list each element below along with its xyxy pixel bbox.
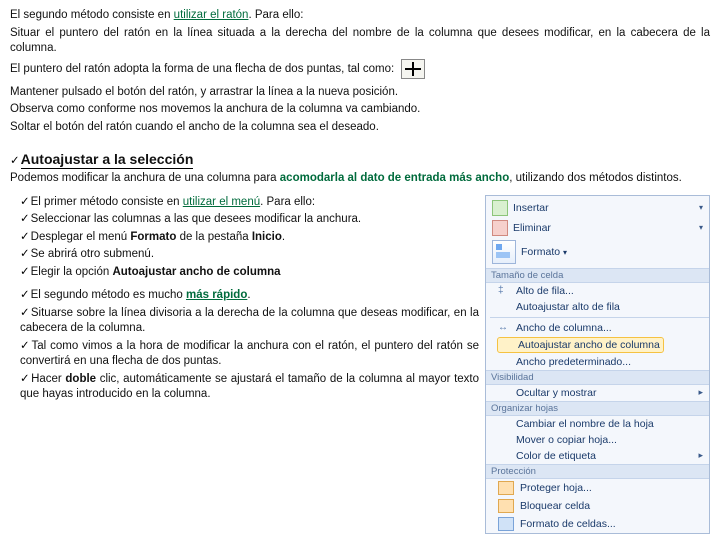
move-copy-item[interactable]: Mover o copiar hoja... [490,432,709,448]
text: El puntero del ratón adopta la forma de … [10,63,394,75]
format-cells-item[interactable]: Formato de celdas... [490,515,709,533]
label: Proteger hoja... [520,482,592,494]
delete-button[interactable]: Eliminar [490,218,705,238]
keep-block: Mantener pulsado el botón del ratón, y a… [10,85,710,136]
text: Tal como vimos a la hora de modificar la… [20,340,479,368]
section-header-protection: Protección [486,464,709,479]
text: Desplegar el menú [31,231,131,243]
text: Soltar el botón del ratón cuando el anch… [10,120,710,136]
text: El primer método consiste en [31,196,183,208]
text: Elegir la opción [31,266,113,278]
col-width-item[interactable]: ↔ Ancho de columna... [490,320,709,336]
resize-cursor-icon [401,59,425,79]
text: Observa como conforme nos movemos la anc… [10,102,710,118]
text: . Para ello: [260,196,315,208]
heading-text: Autoajustar a la selección [21,151,194,169]
hide-show-item[interactable]: Ocultar y mostrar [490,385,709,401]
label: Eliminar [513,222,551,234]
method2-list: ✓El segundo método es mucho más rápido. … [10,288,479,403]
label: Autoajustar ancho de columna [518,339,660,351]
rename-sheet-item[interactable]: Cambiar el nombre de la hoja [490,416,709,432]
label: Ancho de columna... [516,322,612,334]
section-heading: ✓Autoajustar a la selección [10,141,710,171]
format-button[interactable]: Formato ▾ [490,238,705,266]
emphasis: acomodarla al dato de entrada más ancho [280,172,509,184]
section-header-size: Tamaño de celda [486,268,709,283]
intro-block: El segundo método consiste en utilizar e… [10,8,710,79]
label: Ocultar y mostrar [516,387,597,399]
text: , utilizando dos métodos distintos. [509,172,682,184]
insert-button[interactable]: Insertar [490,198,705,218]
underlined-term: utilizar el menú [183,196,260,208]
row-height-icon: ‡ [498,285,510,296]
text: Seleccionar las columnas a las que desee… [31,213,362,225]
delete-icon [492,220,508,236]
autofit-col-item[interactable]: Autoajustar ancho de columna [490,336,709,354]
method1-list: ✓El primer método consiste en utilizar e… [10,195,479,281]
label: Formato de celdas... [520,518,616,530]
text: . [247,289,250,301]
text: Se abrirá otro submenú. [31,248,154,260]
lock-icon [498,499,514,513]
row-height-item[interactable]: ‡ Alto de fila... [490,283,709,299]
label: Mover o copiar hoja... [516,434,617,446]
label: Cambiar el nombre de la hoja [516,418,654,430]
text: Situarse sobre la línea divisoria a la d… [20,307,479,335]
excel-format-menu: Insertar Eliminar Formato ▾ Tamaño de ce… [485,195,710,534]
intro-line3: El puntero del ratón adopta la forma de … [10,59,710,79]
label: Bloquear celda [520,500,590,512]
lock-cell-item[interactable]: Bloquear celda [490,497,709,515]
section-header-organize: Organizar hojas [486,401,709,416]
default-width-item[interactable]: Ancho predeterminado... [490,354,709,370]
text: Mantener pulsado el botón del ratón, y a… [10,85,710,101]
label: Formato [521,246,560,258]
label: Autoajustar alto de fila [516,301,620,313]
underlined-term: utilizar el ratón [174,9,249,21]
autofit-row-item[interactable]: Autoajustar alto de fila [490,299,709,315]
text: El segundo método es mucho [31,289,186,301]
bold-term: Autoajustar ancho de columna [112,266,280,278]
text: El segundo método consiste en [10,9,174,21]
intro-line2: Situar el puntero del ratón en la línea … [10,26,710,57]
text: Podemos modificar la anchura de una colu… [10,172,280,184]
text: . Para ello: [248,9,303,21]
format-cells-icon [498,517,514,531]
bold-term: doble [65,373,96,385]
protect-icon [498,481,514,495]
intro-line1: El segundo método consiste en utilizar e… [10,8,710,24]
tab-color-item[interactable]: Color de etiqueta [490,448,709,464]
text: . [282,231,285,243]
label: Color de etiqueta [516,450,596,462]
bold-term: Formato [130,231,176,243]
label: Insertar [513,202,549,214]
label: Alto de fila... [516,285,574,297]
col-width-icon: ↔ [498,322,510,333]
bold-term: Inicio [252,231,282,243]
text: de la pestaña [176,231,251,243]
protect-sheet-item[interactable]: Proteger hoja... [490,479,709,497]
text: Hacer [31,373,65,385]
label: Ancho predeterminado... [516,356,631,368]
section-header-visibility: Visibilidad [486,370,709,385]
section-intro: Podemos modificar la anchura de una colu… [10,171,710,187]
underlined-term: más rápido [186,289,247,301]
format-icon [492,240,516,264]
insert-icon [492,200,508,216]
